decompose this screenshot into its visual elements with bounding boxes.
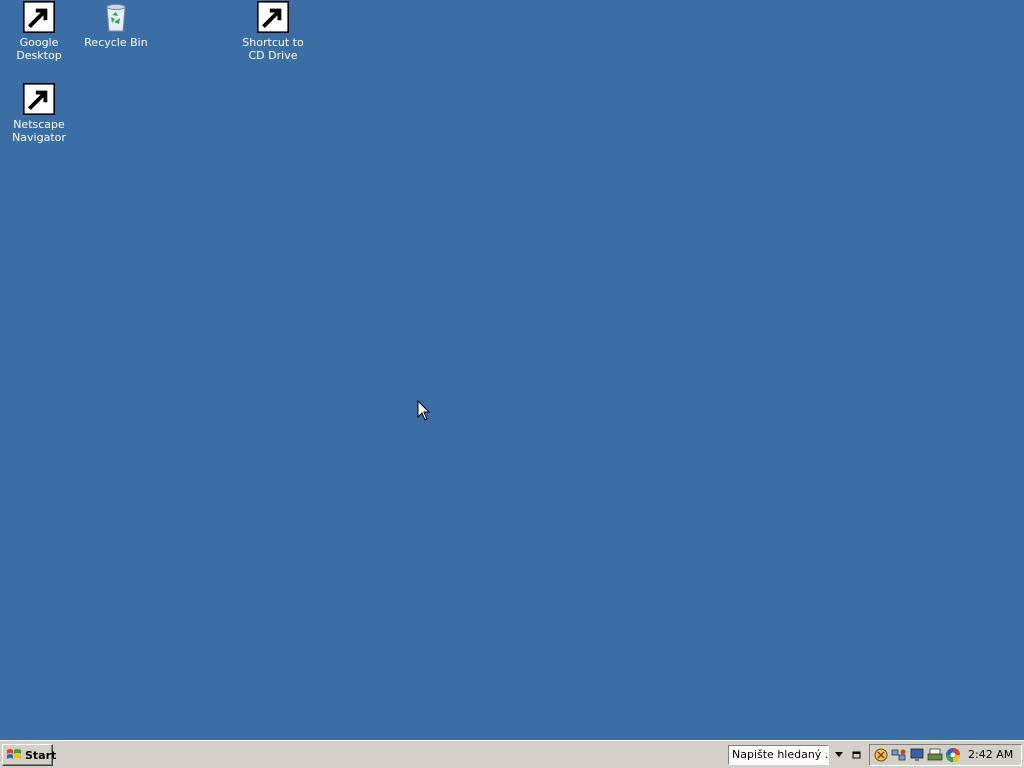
search-placeholder: Napište hledaný ... bbox=[732, 748, 829, 761]
shortcut-arrow-icon bbox=[23, 1, 55, 33]
desktop-icon-netscape-navigator[interactable]: Netscape Navigator bbox=[1, 83, 77, 144]
windows-logo-icon bbox=[6, 748, 22, 762]
mouse-cursor-icon bbox=[417, 400, 431, 421]
system-tray: 2:42 AM bbox=[869, 744, 1022, 766]
desktop-icon-label: Recycle Bin bbox=[84, 36, 148, 49]
desktop-search-input[interactable]: Napište hledaný ... bbox=[728, 745, 829, 765]
start-label: Start bbox=[25, 748, 57, 762]
shortcut-arrow-icon bbox=[257, 1, 289, 33]
security-icon[interactable] bbox=[873, 747, 889, 763]
google-icon[interactable] bbox=[945, 747, 961, 763]
desktop-icon-label: Shortcut to CD Drive bbox=[242, 36, 304, 62]
desktop-icon-google-desktop[interactable]: Google Desktop bbox=[1, 1, 77, 62]
chevron-down-icon[interactable] bbox=[834, 749, 844, 759]
printer-icon[interactable] bbox=[927, 747, 943, 763]
restore-deskbar-icon[interactable] bbox=[851, 749, 863, 761]
desktop-icon-cd-drive[interactable]: Shortcut to CD Drive bbox=[235, 1, 311, 62]
desktop-icon-label: Netscape Navigator bbox=[12, 118, 66, 144]
network-icon[interactable] bbox=[891, 747, 907, 763]
netscape-icon bbox=[23, 83, 55, 115]
google-desktop-icon bbox=[23, 1, 55, 33]
shortcut-arrow-icon bbox=[23, 83, 55, 115]
desktop-icon-recycle-bin[interactable]: Recycle Bin bbox=[78, 1, 154, 49]
start-button[interactable]: Start bbox=[2, 744, 57, 766]
desktop-icon-label: Google Desktop bbox=[16, 36, 62, 62]
cd-drive-icon bbox=[257, 1, 289, 33]
monitor-icon[interactable] bbox=[909, 747, 925, 763]
taskbar: Start Napište hledaný ... 2:42 AM bbox=[0, 740, 1024, 768]
recycle-bin-icon bbox=[100, 1, 132, 33]
clock[interactable]: 2:42 AM bbox=[968, 748, 1013, 761]
desktop[interactable]: Google Desktop Recycle Bin Shortcut to C… bbox=[0, 0, 1024, 740]
